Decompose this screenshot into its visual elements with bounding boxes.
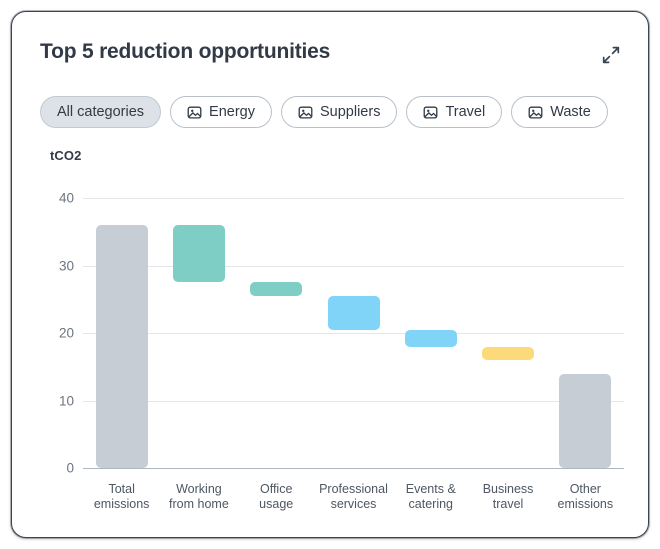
filter-chip-waste[interactable]: Waste <box>511 96 608 128</box>
filter-chip-label: Travel <box>445 104 486 120</box>
x-axis-label: Business travel <box>465 482 550 512</box>
x-axis-label: Professional services <box>311 482 396 512</box>
card-header: Top 5 reduction opportunities <box>40 40 624 74</box>
gridline-0 <box>83 468 624 469</box>
x-axis-label-line2: emissions <box>93 497 150 511</box>
waterfall-chart: tCO2 0 10 20 30 40 Total emissions Working from … <box>40 148 624 523</box>
gridline-40 <box>83 198 624 199</box>
filter-chip-suppliers[interactable]: Suppliers <box>281 96 398 128</box>
bar-total-emissions[interactable] <box>95 225 148 468</box>
reduction-opportunities-card: Top 5 reduction opportunities All catego… <box>11 11 649 538</box>
screen: Top 5 reduction opportunities All catego… <box>0 0 660 549</box>
filter-chip-label: All categories <box>57 104 145 120</box>
filter-chip-label: Waste <box>550 104 591 120</box>
x-axis-label: Events & catering <box>388 482 473 512</box>
bar-working-from-home[interactable] <box>172 225 225 283</box>
x-axis-label-line1: Total <box>108 482 135 496</box>
filter-chip-label: Suppliers <box>320 104 381 120</box>
x-axis-label-line2: usage <box>259 497 294 511</box>
x-axis-label: Office usage <box>234 482 319 512</box>
image-placeholder-icon <box>298 105 313 120</box>
x-axis-label-line1: Business <box>482 482 534 496</box>
y-tick-label: 10 <box>58 393 74 408</box>
category-filter-chips: All categories Energy Suppliers Travel W… <box>40 96 608 128</box>
y-tick-label: 20 <box>58 325 74 341</box>
y-tick-label: 0 <box>66 460 74 476</box>
chart-plot-area: 0 10 20 30 40 Total emissions Working from home O… <box>40 148 624 523</box>
filter-chip-label: Energy <box>209 104 255 120</box>
image-placeholder-icon <box>423 105 438 120</box>
image-placeholder-icon <box>187 105 202 120</box>
filter-chip-all-categories[interactable]: All categories <box>40 96 162 128</box>
expand-arrows-glyph <box>602 46 620 64</box>
y-tick-label: 40 <box>58 190 74 206</box>
x-axis-label-line2: from home <box>169 497 229 511</box>
x-axis-label-line2: services <box>330 497 377 511</box>
x-axis-label-line1: Office <box>259 482 293 496</box>
bar-business-travel[interactable] <box>482 346 535 360</box>
bar-other-emissions[interactable] <box>559 373 612 468</box>
gridline-10 <box>83 400 624 402</box>
filter-chip-travel[interactable]: Travel <box>406 96 503 128</box>
x-axis-label-line1: Professional <box>319 482 388 496</box>
bar-events-catering[interactable] <box>404 329 457 347</box>
gridline-20 <box>83 333 624 334</box>
y-tick-label: 30 <box>58 258 74 273</box>
x-axis-label-line2: travel <box>492 497 524 511</box>
x-axis-label: Other emissions <box>543 482 628 512</box>
x-axis-label-line2: emissions <box>557 497 614 511</box>
expand-arrows-icon[interactable] <box>598 42 624 68</box>
x-axis-label-line1: Working <box>176 482 222 496</box>
image-placeholder-icon <box>528 105 543 120</box>
bar-office-usage[interactable] <box>250 282 303 296</box>
x-axis-label-line1: Events & <box>405 482 456 496</box>
bar-professional-services[interactable] <box>327 295 380 330</box>
gridline-30 <box>83 265 624 267</box>
page-title: Top 5 reduction opportunities <box>40 40 331 63</box>
x-axis-label-line2: catering <box>408 497 454 511</box>
x-axis-label: Total emissions <box>79 482 164 512</box>
x-axis-label-line1: Other <box>569 482 601 496</box>
filter-chip-energy[interactable]: Energy <box>170 96 272 128</box>
x-axis-label: Working from home <box>156 482 241 512</box>
